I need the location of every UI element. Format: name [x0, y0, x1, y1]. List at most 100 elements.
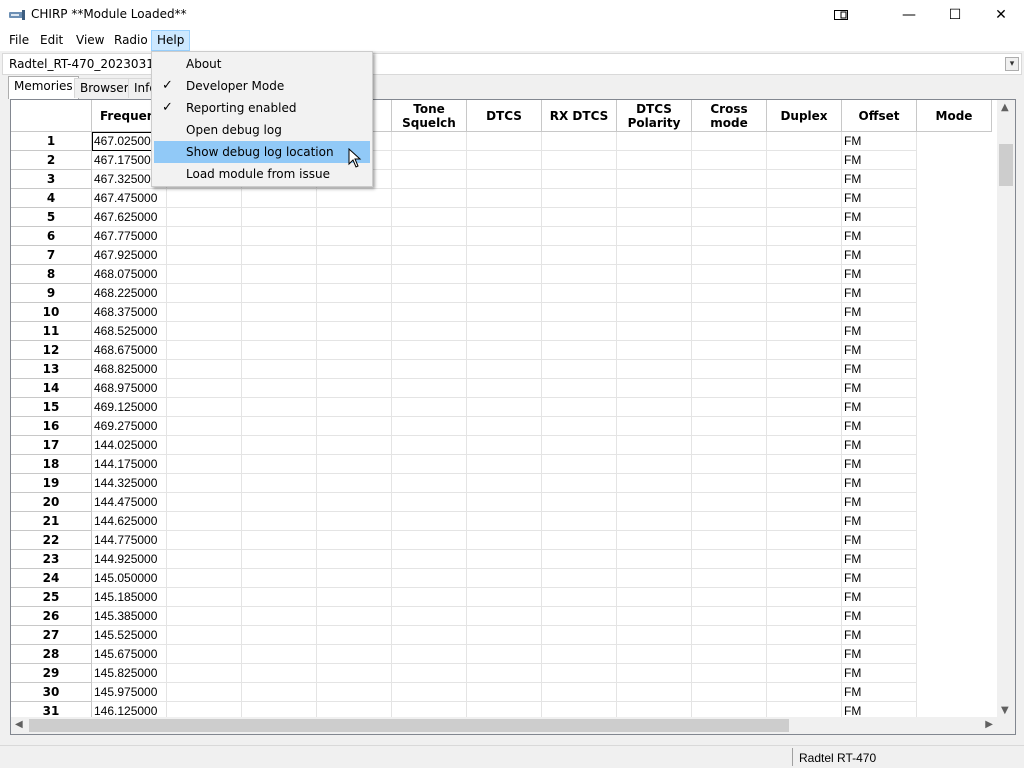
table-row[interactable]: 13 468.825000 FM — [11, 360, 917, 379]
empty-cell[interactable] — [392, 417, 467, 436]
empty-cell[interactable] — [467, 474, 542, 493]
empty-cell[interactable] — [467, 227, 542, 246]
table-row[interactable]: 21 144.625000 FM — [11, 512, 917, 531]
row-number[interactable]: 6 — [11, 227, 92, 246]
close-button[interactable]: ✕ — [978, 0, 1024, 30]
empty-cell[interactable] — [167, 607, 242, 626]
row-number[interactable]: 31 — [11, 702, 92, 718]
empty-cell[interactable] — [467, 208, 542, 227]
empty-cell[interactable] — [542, 512, 617, 531]
empty-cell[interactable] — [317, 246, 392, 265]
scroll-right-icon[interactable]: ▶ — [985, 719, 993, 730]
empty-cell[interactable] — [242, 360, 317, 379]
row-number[interactable]: 17 — [11, 436, 92, 455]
frequency-cell[interactable]: 145.675000 — [92, 645, 167, 664]
table-row[interactable]: 19 144.325000 FM — [11, 474, 917, 493]
mode-cell[interactable]: FM — [842, 208, 917, 227]
empty-cell[interactable] — [767, 398, 842, 417]
help-menu-item[interactable]: Open debug log — [154, 119, 370, 141]
empty-cell[interactable] — [767, 512, 842, 531]
row-number[interactable]: 9 — [11, 284, 92, 303]
frequency-cell[interactable]: 144.325000 — [92, 474, 167, 493]
empty-cell[interactable] — [392, 379, 467, 398]
table-row[interactable]: 25 145.185000 FM — [11, 588, 917, 607]
help-menu-item[interactable]: Show debug log location — [154, 141, 370, 163]
mode-cell[interactable]: FM — [842, 664, 917, 683]
empty-cell[interactable] — [692, 227, 767, 246]
col-dtcs[interactable]: DTCS — [467, 100, 542, 132]
empty-cell[interactable] — [167, 322, 242, 341]
mode-cell[interactable]: FM — [842, 132, 917, 151]
empty-cell[interactable] — [242, 246, 317, 265]
empty-cell[interactable] — [167, 208, 242, 227]
chevron-down-icon[interactable]: ▾ — [1005, 57, 1019, 71]
frequency-cell[interactable]: 467.775000 — [92, 227, 167, 246]
empty-cell[interactable] — [317, 189, 392, 208]
empty-cell[interactable] — [392, 436, 467, 455]
empty-cell[interactable] — [767, 227, 842, 246]
tab-browser[interactable]: Browser — [74, 78, 135, 98]
empty-cell[interactable] — [617, 151, 692, 170]
empty-cell[interactable] — [242, 474, 317, 493]
empty-cell[interactable] — [692, 493, 767, 512]
empty-cell[interactable] — [617, 512, 692, 531]
empty-cell[interactable] — [467, 132, 542, 151]
empty-cell[interactable] — [767, 474, 842, 493]
mode-cell[interactable]: FM — [842, 227, 917, 246]
table-row[interactable]: 10 468.375000 FM — [11, 303, 917, 322]
empty-cell[interactable] — [467, 170, 542, 189]
empty-cell[interactable] — [692, 588, 767, 607]
empty-cell[interactable] — [467, 569, 542, 588]
empty-cell[interactable] — [767, 607, 842, 626]
empty-cell[interactable] — [767, 493, 842, 512]
empty-cell[interactable] — [617, 208, 692, 227]
empty-cell[interactable] — [542, 303, 617, 322]
empty-cell[interactable] — [692, 474, 767, 493]
mode-cell[interactable]: FM — [842, 360, 917, 379]
empty-cell[interactable] — [167, 246, 242, 265]
empty-cell[interactable] — [767, 588, 842, 607]
empty-cell[interactable] — [242, 341, 317, 360]
empty-cell[interactable] — [617, 303, 692, 322]
frequency-cell[interactable]: 469.275000 — [92, 417, 167, 436]
empty-cell[interactable] — [617, 417, 692, 436]
empty-cell[interactable] — [242, 702, 317, 718]
empty-cell[interactable] — [242, 607, 317, 626]
empty-cell[interactable] — [692, 569, 767, 588]
empty-cell[interactable] — [167, 512, 242, 531]
empty-cell[interactable] — [617, 284, 692, 303]
help-menu-item[interactable]: Load module from issue — [154, 163, 370, 185]
row-number[interactable]: 23 — [11, 550, 92, 569]
empty-cell[interactable] — [167, 417, 242, 436]
row-number[interactable]: 5 — [11, 208, 92, 227]
table-row[interactable]: 29 145.825000 FM — [11, 664, 917, 683]
empty-cell[interactable] — [167, 379, 242, 398]
frequency-cell[interactable]: 468.675000 — [92, 341, 167, 360]
empty-cell[interactable] — [767, 645, 842, 664]
frequency-cell[interactable]: 144.025000 — [92, 436, 167, 455]
empty-cell[interactable] — [767, 132, 842, 151]
empty-cell[interactable] — [542, 474, 617, 493]
empty-cell[interactable] — [767, 322, 842, 341]
empty-cell[interactable] — [542, 455, 617, 474]
table-row[interactable]: 14 468.975000 FM — [11, 379, 917, 398]
help-menu-item[interactable]: About — [154, 53, 370, 75]
empty-cell[interactable] — [542, 702, 617, 718]
row-number[interactable]: 18 — [11, 455, 92, 474]
empty-cell[interactable] — [617, 360, 692, 379]
empty-cell[interactable] — [467, 493, 542, 512]
empty-cell[interactable] — [242, 512, 317, 531]
table-row[interactable]: 16 469.275000 FM — [11, 417, 917, 436]
empty-cell[interactable] — [392, 360, 467, 379]
scroll-down-icon[interactable]: ▼ — [1001, 705, 1009, 716]
empty-cell[interactable] — [317, 512, 392, 531]
empty-cell[interactable] — [242, 664, 317, 683]
table-row[interactable]: 8 468.075000 FM — [11, 265, 917, 284]
empty-cell[interactable] — [167, 227, 242, 246]
table-row[interactable]: 15 469.125000 FM — [11, 398, 917, 417]
empty-cell[interactable] — [392, 531, 467, 550]
minimize-button[interactable]: — — [886, 0, 932, 30]
frequency-cell[interactable]: 144.175000 — [92, 455, 167, 474]
empty-cell[interactable] — [617, 569, 692, 588]
empty-cell[interactable] — [542, 265, 617, 284]
